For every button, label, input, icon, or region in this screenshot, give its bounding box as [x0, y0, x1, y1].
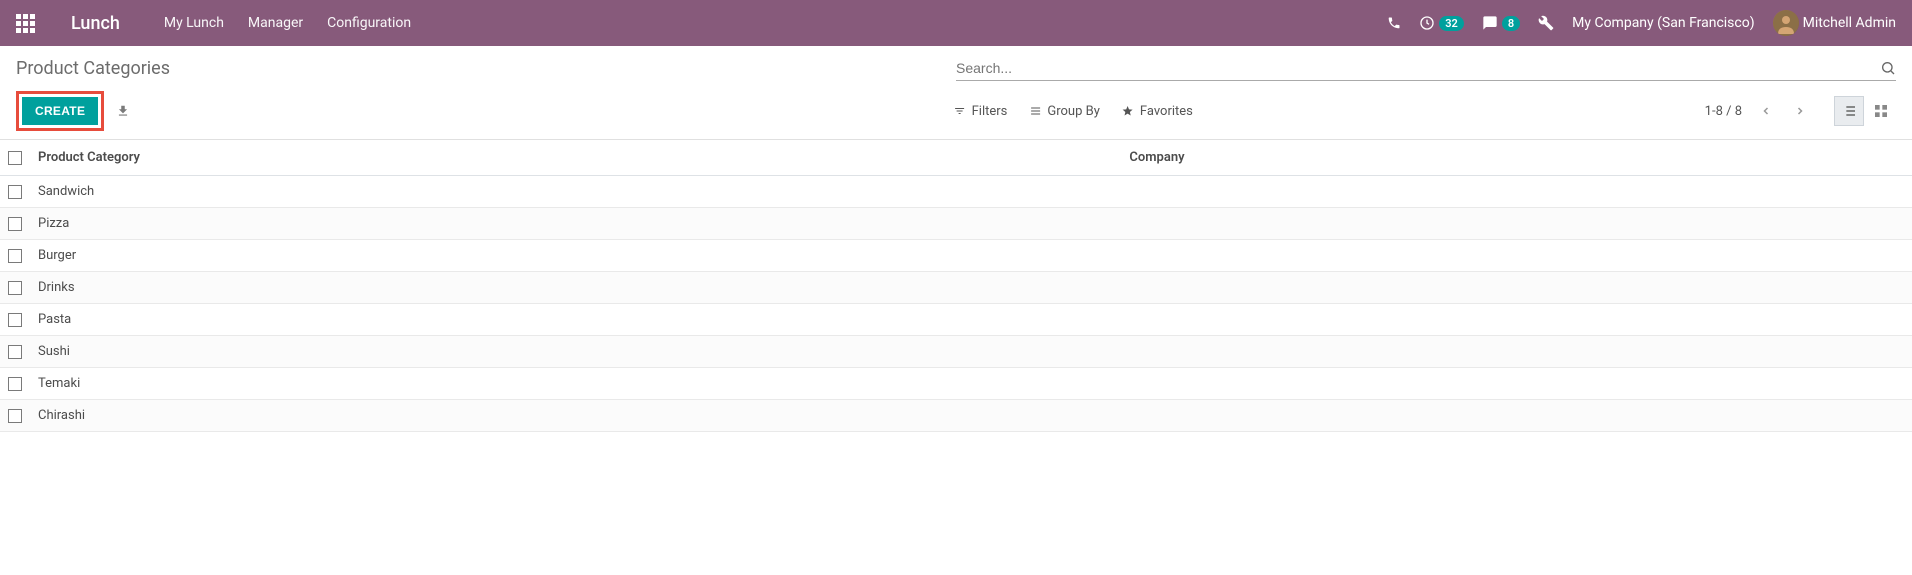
apps-icon[interactable]	[16, 14, 35, 33]
search-tools: Filters Group By Favorites	[954, 104, 1193, 119]
table-row[interactable]: Sushi	[0, 336, 1912, 368]
download-icon[interactable]	[116, 104, 130, 118]
cell-company	[1121, 368, 1912, 400]
cell-category: Burger	[30, 240, 1121, 272]
table-row[interactable]: Pasta	[0, 304, 1912, 336]
list-view-button[interactable]	[1834, 96, 1864, 126]
activities-icon[interactable]: 32	[1419, 15, 1464, 31]
cell-category: Pizza	[30, 208, 1121, 240]
search-input[interactable]	[956, 60, 1880, 76]
row-checkbox[interactable]	[8, 185, 22, 199]
table-row[interactable]: Pizza	[0, 208, 1912, 240]
navbar-right: 32 8 My Company (San Francisco) Mitchell…	[1387, 10, 1896, 36]
navbar: Lunch My Lunch Manager Configuration 32 …	[0, 0, 1912, 46]
row-checkbox[interactable]	[8, 377, 22, 391]
row-checkbox[interactable]	[8, 313, 22, 327]
cell-company	[1121, 208, 1912, 240]
cp-row-2: Create Filters Group By Favorites 1-8 / …	[16, 91, 1896, 131]
cell-company	[1121, 176, 1912, 208]
nav-manager[interactable]: Manager	[248, 15, 303, 31]
company-selector[interactable]: My Company (San Francisco)	[1572, 15, 1754, 31]
cp-row-1: Product Categories	[16, 56, 1896, 81]
user-menu[interactable]: Mitchell Admin	[1773, 10, 1896, 36]
groupby-label: Group By	[1047, 104, 1100, 119]
col-header-company[interactable]: Company	[1121, 140, 1912, 176]
cell-company	[1121, 336, 1912, 368]
row-checkbox[interactable]	[8, 249, 22, 263]
table-row[interactable]: Drinks	[0, 272, 1912, 304]
avatar	[1773, 10, 1799, 36]
categories-table: Product Category Company Sandwich Pizza …	[0, 140, 1912, 432]
row-checkbox[interactable]	[8, 409, 22, 423]
app-brand[interactable]: Lunch	[71, 13, 120, 34]
cell-company	[1121, 400, 1912, 432]
create-button[interactable]: Create	[22, 97, 98, 125]
table-row[interactable]: Burger	[0, 240, 1912, 272]
pager-area: 1-8 / 8	[1705, 96, 1896, 126]
pager-next[interactable]	[1790, 101, 1810, 121]
nav-menu: My Lunch Manager Configuration	[164, 15, 411, 31]
col-header-category[interactable]: Product Category	[30, 140, 1121, 176]
debug-icon[interactable]	[1538, 15, 1554, 31]
search-bar[interactable]	[956, 56, 1896, 81]
cell-company	[1121, 304, 1912, 336]
view-switcher	[1834, 96, 1896, 126]
activities-badge: 32	[1439, 16, 1464, 31]
filters-button[interactable]: Filters	[954, 104, 1008, 119]
search-icon[interactable]	[1880, 60, 1896, 76]
table-row[interactable]: Chirashi	[0, 400, 1912, 432]
username-label: Mitchell Admin	[1803, 15, 1896, 31]
cell-category: Pasta	[30, 304, 1121, 336]
pager-text[interactable]: 1-8 / 8	[1705, 104, 1742, 119]
control-panel: Product Categories Create Filters Group …	[0, 46, 1912, 139]
discuss-icon[interactable]: 8	[1482, 15, 1520, 31]
table-row[interactable]: Sandwich	[0, 176, 1912, 208]
cell-category: Temaki	[30, 368, 1121, 400]
nav-configuration[interactable]: Configuration	[327, 15, 411, 31]
row-checkbox[interactable]	[8, 281, 22, 295]
favorites-button[interactable]: Favorites	[1122, 104, 1193, 119]
create-highlight: Create	[16, 91, 104, 131]
cell-company	[1121, 272, 1912, 304]
cell-category: Sushi	[30, 336, 1121, 368]
table-wrap: Product Category Company Sandwich Pizza …	[0, 139, 1912, 432]
discuss-badge: 8	[1502, 16, 1520, 31]
cell-category: Sandwich	[30, 176, 1121, 208]
row-checkbox[interactable]	[8, 217, 22, 231]
nav-my-lunch[interactable]: My Lunch	[164, 15, 224, 31]
pager-prev[interactable]	[1756, 101, 1776, 121]
kanban-view-button[interactable]	[1866, 96, 1896, 126]
favorites-label: Favorites	[1140, 104, 1193, 119]
cell-category: Drinks	[30, 272, 1121, 304]
breadcrumb: Product Categories	[16, 58, 170, 79]
navbar-left: Lunch My Lunch Manager Configuration	[16, 13, 411, 34]
groupby-button[interactable]: Group By	[1029, 104, 1100, 119]
select-all-checkbox[interactable]	[8, 151, 22, 165]
row-checkbox[interactable]	[8, 345, 22, 359]
filters-label: Filters	[972, 104, 1008, 119]
cell-category: Chirashi	[30, 400, 1121, 432]
phone-icon[interactable]	[1387, 16, 1401, 30]
table-row[interactable]: Temaki	[0, 368, 1912, 400]
cell-company	[1121, 240, 1912, 272]
